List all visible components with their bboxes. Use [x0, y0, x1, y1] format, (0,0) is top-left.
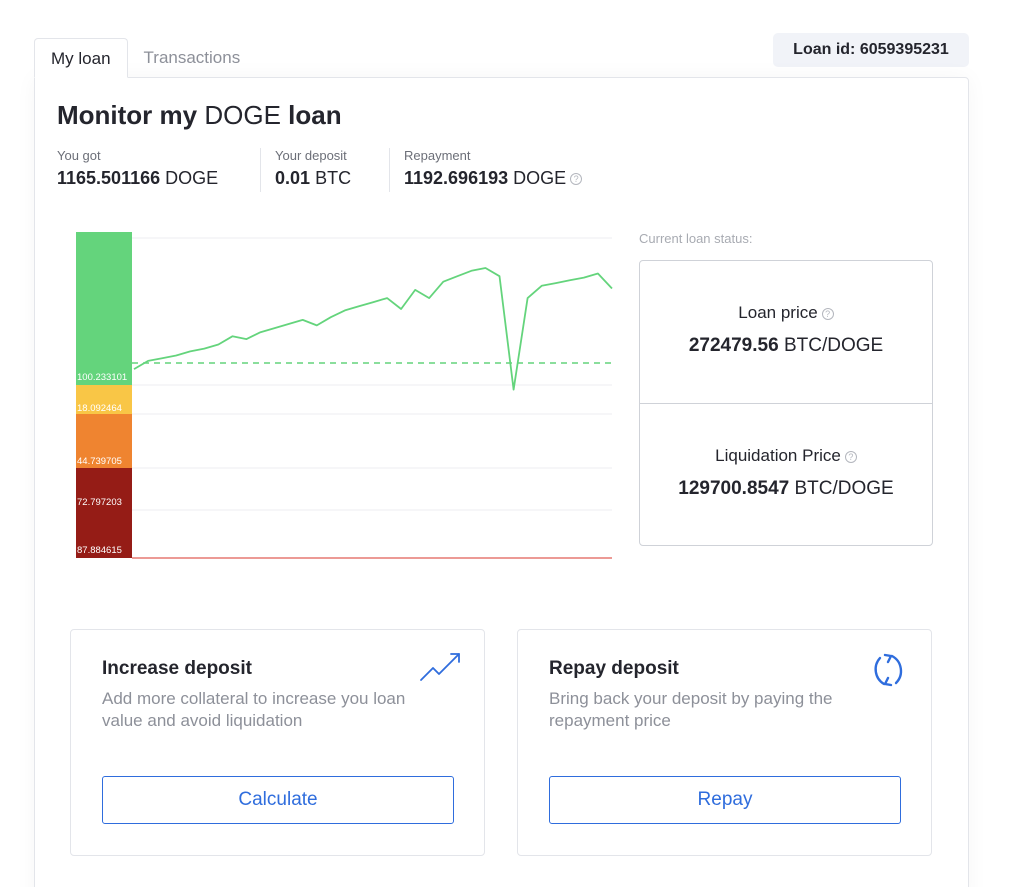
increase-deposit-description: Add more collateral to increase you loan…	[102, 689, 406, 730]
loan-price-chart: 100.233101 18.092464 44.739705 72.797203 87.…	[76, 232, 613, 559]
loan-id-badge: Loan id: 6059395231	[773, 33, 969, 67]
zone-band-safe	[76, 232, 132, 385]
help-icon[interactable]: ?	[821, 307, 834, 320]
stat-divider	[389, 148, 390, 192]
chart-lines	[132, 267, 613, 559]
loan-price-unit: BTC/DOGE	[783, 335, 884, 356]
stat-repayment: Repayment 1192.696193 DOGE?	[404, 148, 583, 192]
loan-price-cell: Loan price? 272479.56 BTC/DOGE	[640, 261, 932, 403]
stat-label: You got	[57, 148, 101, 163]
stat-amount: 1165.501166	[57, 168, 161, 188]
chart-grid	[132, 237, 612, 511]
repay-button[interactable]: Repay	[549, 776, 901, 824]
liquidation-price-cell: Liquidation Price? 129700.8547 BTC/DOGE	[640, 404, 932, 546]
refresh-icon	[874, 653, 903, 687]
liquidation-price-label: Liquidation Price	[715, 446, 841, 465]
status-heading: Current loan status:	[639, 231, 753, 246]
zone-label: 72.797203	[77, 497, 122, 508]
loan-price-label: Loan price	[738, 303, 818, 322]
stat-divider	[260, 148, 261, 192]
page-title: Monitor my DOGE loan	[57, 100, 342, 131]
zone-bar: 100.233101 18.092464 44.739705 72.797203 87.…	[76, 232, 132, 558]
stat-unit: DOGE	[165, 168, 219, 188]
loan-price-amount: 272479.56	[688, 335, 779, 356]
calculate-button[interactable]: Calculate	[102, 776, 454, 824]
tab-my-loan[interactable]: My loan	[34, 38, 128, 78]
stat-unit: BTC	[315, 168, 352, 188]
stat-amount: 0.01	[275, 168, 311, 188]
stat-label: Repayment	[404, 148, 471, 163]
repay-deposit-card: Repay deposit Bring back your deposit by…	[517, 629, 932, 856]
liquidation-price-amount: 129700.8547	[678, 478, 790, 499]
help-icon[interactable]: ?	[570, 173, 583, 186]
liquidation-price-label-row: Liquidation Price?	[640, 446, 932, 466]
stat-your-deposit: Your deposit 0.01 BTC	[275, 148, 351, 192]
trending-up-icon	[420, 653, 460, 681]
price-line	[133, 267, 613, 391]
loan-price-label-row: Loan price?	[640, 303, 932, 323]
stat-label: Your deposit	[275, 148, 347, 163]
stat-unit: DOGE	[513, 168, 567, 188]
tab-transactions[interactable]: Transactions	[128, 38, 257, 78]
loan-price-value: 272479.56 BTC/DOGE	[640, 335, 932, 357]
increase-deposit-title: Increase deposit	[102, 658, 252, 679]
title-suffix: loan	[288, 100, 342, 130]
zone-label: 87.884615	[77, 545, 122, 556]
stat-you-got: You got 1165.501166 DOGE	[57, 148, 218, 192]
stat-value: 1192.696193 DOGE?	[404, 168, 583, 189]
zone-label: 44.739705	[77, 456, 122, 467]
liquidation-price-unit: BTC/DOGE	[794, 478, 894, 499]
repay-deposit-title: Repay deposit	[549, 658, 679, 679]
repay-deposit-description: Bring back your deposit by paying the re…	[549, 689, 833, 730]
stat-amount: 1192.696193	[404, 168, 509, 188]
title-currency: DOGE	[204, 100, 281, 130]
tab-bar: My loan Transactions	[34, 38, 256, 78]
zone-label: 18.092464	[77, 403, 122, 414]
loan-status-box: Loan price? 272479.56 BTC/DOGE Liquidati…	[639, 260, 933, 546]
liquidation-price-value: 129700.8547 BTC/DOGE	[640, 478, 932, 500]
stat-value: 0.01 BTC	[275, 168, 351, 189]
stat-value: 1165.501166 DOGE	[57, 168, 218, 189]
increase-deposit-card: Increase deposit Add more collateral to …	[70, 629, 485, 856]
zone-label: 100.233101	[77, 372, 127, 383]
title-prefix: Monitor my	[57, 100, 198, 130]
help-icon[interactable]: ?	[844, 450, 857, 463]
